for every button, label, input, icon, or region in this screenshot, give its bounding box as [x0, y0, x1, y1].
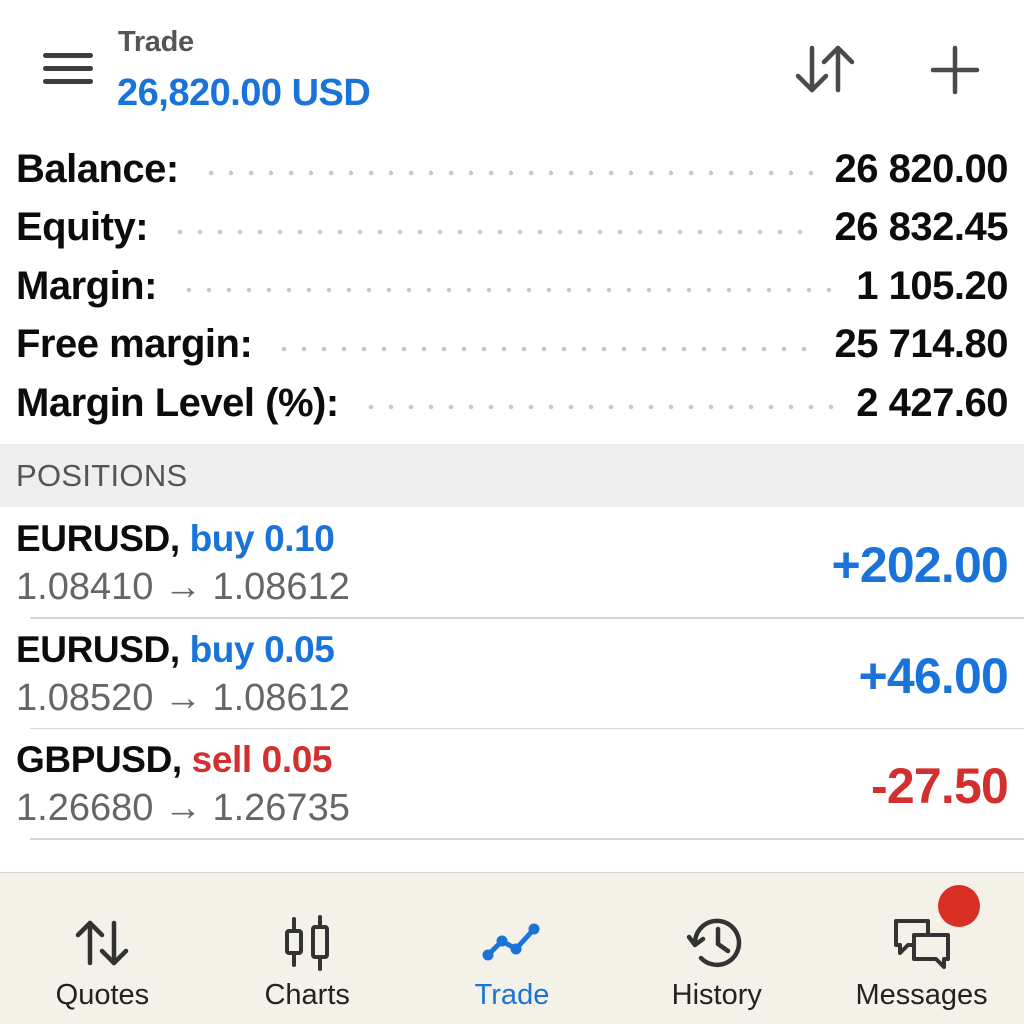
- dotted-leader: [170, 228, 813, 235]
- summary-label: Equity:: [16, 205, 149, 250]
- position-prices: 1.26680 → 1.26735: [16, 787, 350, 829]
- position-row[interactable]: EURUSD, buy 0.05 1.08520 → 1.08612 +46.0…: [0, 619, 1024, 729]
- summary-value: 26 820.00: [834, 146, 1009, 191]
- row-divider: [30, 838, 1024, 840]
- notification-badge: [937, 885, 980, 927]
- position-title: EURUSD, buy 0.05: [16, 628, 335, 671]
- position-title: EURUSD, buy 0.10: [16, 518, 335, 560]
- position-symbol: EURUSD,: [16, 518, 180, 559]
- position-profit: -27.50: [871, 758, 1009, 814]
- dotted-leader: [200, 170, 813, 177]
- trade-line-icon: [482, 923, 540, 961]
- nav-label: Charts: [264, 979, 350, 1011]
- summary-row-free-margin: Free margin: 25 714.80: [0, 316, 1024, 375]
- account-balance-display: 26,820.00 USD: [117, 72, 371, 114]
- summary-row-margin-level: Margin Level (%): 2 427.60: [0, 374, 1024, 433]
- nav-label: Quotes: [55, 979, 150, 1011]
- summary-label: Margin Level (%):: [16, 380, 339, 425]
- position-prices: 1.08520 → 1.08612: [16, 676, 350, 719]
- dotted-leader: [274, 345, 813, 352]
- nav-tab-history[interactable]: History: [614, 873, 819, 1024]
- account-summary: Balance: 26 820.00 Equity: 26 832.45 Mar…: [0, 140, 1024, 433]
- position-symbol: GBPUSD,: [16, 739, 182, 780]
- dotted-leader: [360, 404, 835, 411]
- history-clock-icon: [686, 918, 742, 968]
- page-title: Trade: [118, 26, 194, 58]
- positions-list: EURUSD, buy 0.10 1.08410 → 1.08612 +202.…: [0, 508, 1024, 840]
- summary-label: Balance:: [16, 146, 179, 191]
- summary-value: 1 105.20: [856, 263, 1008, 308]
- position-profit: +46.00: [858, 647, 1008, 704]
- positions-section-header: POSITIONS: [0, 444, 1024, 507]
- position-direction: buy 0.10: [189, 518, 335, 559]
- summary-row-balance: Balance: 26 820.00: [0, 140, 1024, 199]
- summary-row-equity: Equity: 26 832.45: [0, 199, 1024, 258]
- position-row[interactable]: EURUSD, buy 0.10 1.08410 → 1.08612 +202.…: [0, 508, 1024, 619]
- summary-label: Margin:: [16, 263, 157, 308]
- summary-row-margin: Margin: 1 105.20: [0, 257, 1024, 316]
- nav-tab-trade[interactable]: Trade: [410, 873, 615, 1024]
- nav-label: Trade: [474, 979, 550, 1011]
- position-direction: sell 0.05: [191, 739, 333, 780]
- dotted-leader: [178, 287, 835, 294]
- sort-arrows-icon[interactable]: [790, 40, 860, 100]
- nav-label: Messages: [855, 979, 988, 1011]
- candlestick-chart-icon: [285, 915, 330, 971]
- summary-value: 25 714.80: [834, 322, 1009, 367]
- position-row[interactable]: GBPUSD, sell 0.05 1.26680 → 1.26735 -27.…: [0, 729, 1024, 840]
- position-symbol: EURUSD,: [16, 628, 180, 670]
- nav-label: History: [671, 979, 762, 1011]
- hamburger-menu-icon[interactable]: [38, 46, 98, 92]
- position-prices: 1.08410 → 1.08612: [16, 566, 350, 608]
- summary-label: Free margin:: [16, 322, 253, 367]
- nav-tab-quotes[interactable]: Quotes: [0, 873, 205, 1024]
- bottom-navigation: Quotes Charts Trade History Messages: [0, 872, 1024, 1024]
- top-bar: Trade 26,820.00 USD: [0, 0, 1024, 130]
- quotes-arrows-icon: [76, 920, 129, 966]
- nav-tab-charts[interactable]: Charts: [205, 873, 410, 1024]
- position-direction: buy 0.05: [189, 628, 335, 670]
- nav-tab-messages[interactable]: Messages: [819, 873, 1024, 1024]
- messages-chat-icon: [893, 919, 950, 969]
- position-title: GBPUSD, sell 0.05: [16, 739, 332, 781]
- summary-value: 26 832.45: [834, 205, 1009, 250]
- summary-value: 2 427.60: [856, 380, 1008, 425]
- position-profit: +202.00: [831, 537, 1008, 593]
- plus-icon[interactable]: [920, 40, 990, 100]
- section-title: POSITIONS: [16, 458, 188, 493]
